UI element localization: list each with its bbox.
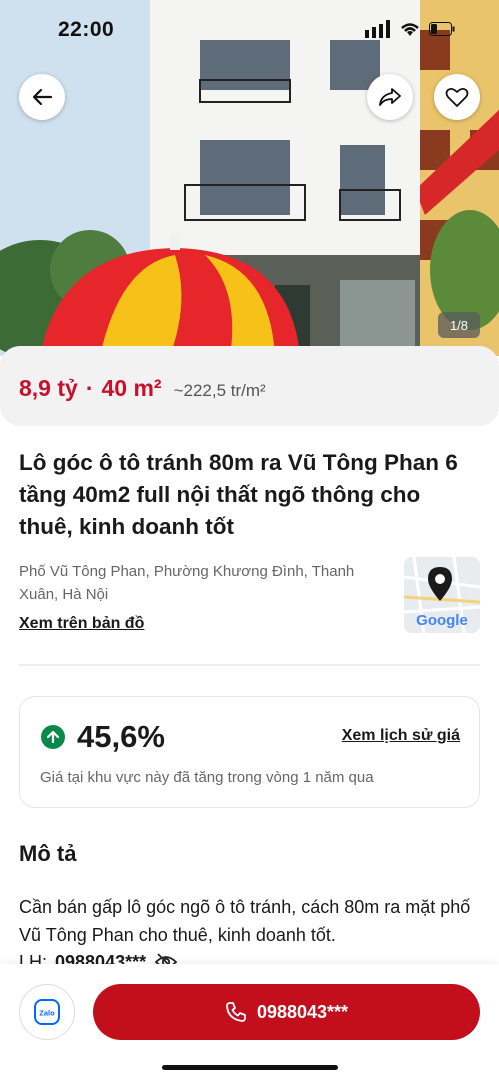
svg-text:Zalo: Zalo xyxy=(39,1009,55,1018)
map-thumbnail[interactable]: Google xyxy=(404,557,480,633)
price-trend-value: 45,6% xyxy=(77,719,165,754)
zalo-icon: Zalo xyxy=(34,999,60,1025)
listing-title: Lô góc ô tô tránh 80m ra Vũ Tông Phan 6 … xyxy=(19,450,458,539)
price-trend-description: Giá tại khu vực này đã tăng trong vòng 1… xyxy=(40,769,374,786)
divider xyxy=(19,664,480,666)
share-icon xyxy=(379,88,401,106)
back-button[interactable] xyxy=(19,74,65,120)
back-arrow-icon xyxy=(32,88,53,106)
status-icons xyxy=(365,20,455,38)
view-map-link[interactable]: Xem trên bản đồ xyxy=(19,615,144,633)
price-trend-card: 45,6% Xem lịch sử giá Giá tại khu vực nà… xyxy=(19,696,480,808)
listing-address: Phố Vũ Tông Phan, Phường Khương Đình, Th… xyxy=(19,563,355,603)
description-text: Cần bán gấp lô góc ngõ ô tô tránh, cách … xyxy=(19,897,471,945)
home-indicator xyxy=(162,1065,338,1070)
favorite-button[interactable] xyxy=(434,74,480,120)
area: 40 m² xyxy=(101,375,162,401)
zalo-button[interactable]: Zalo xyxy=(19,984,75,1040)
price: 8,9 tỷ xyxy=(19,375,78,401)
battery-icon xyxy=(429,22,455,36)
price-per-m2: ~222,5 tr/m² xyxy=(173,381,266,400)
arrow-up-icon xyxy=(41,725,65,749)
heart-icon xyxy=(445,87,469,107)
price-separator: · xyxy=(85,375,94,401)
description-heading: Mô tả xyxy=(19,841,77,866)
google-logo: Google xyxy=(416,612,468,629)
status-time: 22:00 xyxy=(58,18,115,41)
call-button[interactable]: 0988043*** xyxy=(93,984,480,1040)
status-bar: 22:00 xyxy=(0,0,499,56)
price-row: 8,9 tỷ · 40 m² ~222,5 tr/m² xyxy=(19,375,266,402)
call-button-label: 0988043*** xyxy=(256,1001,349,1022)
phone-icon xyxy=(226,1002,246,1022)
signal-icon xyxy=(365,20,390,38)
wifi-icon xyxy=(401,23,419,36)
photo-counter: 1/8 xyxy=(438,312,480,338)
share-button[interactable] xyxy=(367,74,413,120)
price-history-link[interactable]: Xem lịch sử giá xyxy=(342,727,460,745)
